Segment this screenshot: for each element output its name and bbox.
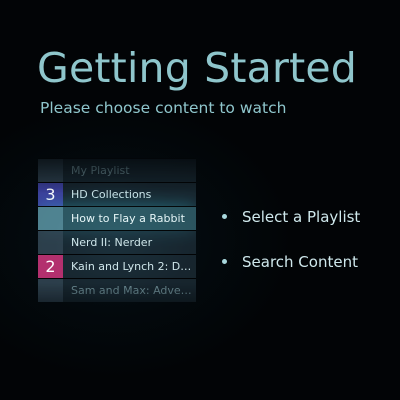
playlist-item-count-badge: 3 <box>38 183 63 206</box>
playlist-item-number <box>38 207 63 230</box>
option-label: Search Content <box>242 253 358 271</box>
playlist-item-number <box>38 159 63 182</box>
playlist-item-selected[interactable]: How to Flay a Rabbit <box>38 206 196 230</box>
playlist-item[interactable]: Sam and Max: Adventure <box>38 278 196 302</box>
playlist-item-label: Nerd II: Nerder <box>71 236 153 249</box>
bullet-icon <box>222 214 227 219</box>
playlist-carousel[interactable]: My Playlist 3 HD Collections How to Flay… <box>38 158 196 318</box>
page-subtitle: Please choose content to watch <box>40 99 287 117</box>
playlist-item-number <box>38 279 63 302</box>
getting-started-screen: Getting Started Please choose content to… <box>0 0 400 400</box>
playlist-item-label: How to Flay a Rabbit <box>71 212 185 225</box>
playlist-item-label: HD Collections <box>71 188 152 201</box>
page-title: Getting Started <box>37 44 357 92</box>
playlist-item[interactable]: 3 HD Collections <box>38 182 196 206</box>
playlist-item-label: My Playlist <box>71 164 130 177</box>
bullet-icon <box>222 259 227 264</box>
playlist-item-label: Sam and Max: Adventure <box>71 284 193 297</box>
playlist-item-label: Kain and Lynch 2: Dog Days <box>71 260 193 273</box>
playlist-item-number <box>38 231 63 254</box>
option-label: Select a Playlist <box>242 208 361 226</box>
playlist-item[interactable]: My Playlist <box>38 158 196 182</box>
playlist-item[interactable]: 2 Kain and Lynch 2: Dog Days <box>38 254 196 278</box>
playlist-item-count-badge: 2 <box>38 255 63 278</box>
playlist-item[interactable]: Nerd II: Nerder <box>38 230 196 254</box>
